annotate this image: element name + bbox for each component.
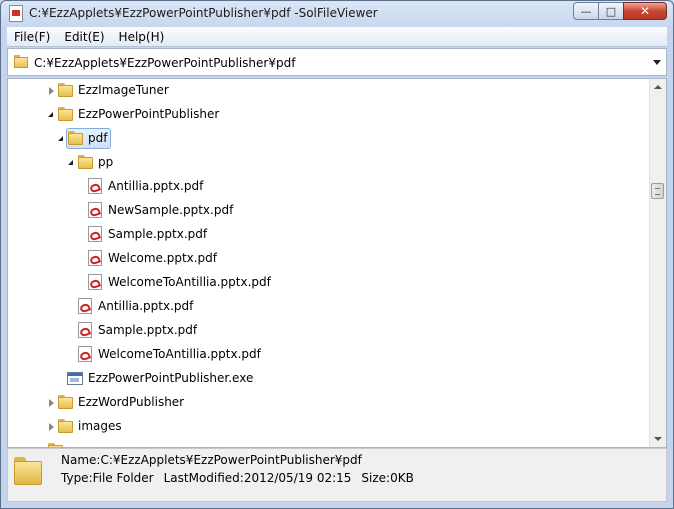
tree-item-file[interactable]: WelcomeToAntillia.pptx.pdf xyxy=(8,271,649,295)
folder-large-icon xyxy=(14,457,42,485)
folder-open-icon xyxy=(58,107,73,121)
pdf-file-icon xyxy=(78,322,92,338)
tree-item-file[interactable]: Sample.pptx.pdf xyxy=(8,319,649,343)
pdf-file-icon xyxy=(88,250,102,266)
app-window: C:¥EzzApplets¥EzzPowerPointPublisher¥pdf… xyxy=(0,0,674,509)
folder-open-icon xyxy=(78,155,93,169)
expand-arrow-icon[interactable] xyxy=(49,423,54,431)
path-value: C:¥EzzApplets¥EzzPowerPointPublisher¥pdf xyxy=(34,56,296,70)
collapse-arrow-icon[interactable] xyxy=(58,136,63,141)
pdf-file-icon xyxy=(88,202,102,218)
pdf-file-icon xyxy=(88,226,102,242)
caption-buttons: — □ ✕ xyxy=(573,2,667,20)
tree-item-label: EzzPowerPointPublisher xyxy=(78,107,220,121)
tree-item-label: Sample.pptx.pdf xyxy=(108,227,208,241)
tree-item-label: images xyxy=(78,419,122,433)
tree-item-pp[interactable]: pp xyxy=(8,151,649,175)
tree-item-file[interactable]: Sample.pptx.pdf xyxy=(8,223,649,247)
status-panel: Name:C:¥EzzApplets¥EzzPowerPointPublishe… xyxy=(7,448,667,502)
expand-arrow-icon[interactable] xyxy=(49,399,54,407)
modified-label: LastModified: xyxy=(163,471,244,485)
window-title: C:¥EzzApplets¥EzzPowerPointPublisher¥pdf… xyxy=(29,6,378,20)
tree-item-file[interactable]: Antillia.pptx.pdf xyxy=(8,175,649,199)
tree-item-images[interactable]: images xyxy=(8,415,649,439)
tree-item-label: pdf xyxy=(88,131,108,145)
path-combobox[interactable]: C:¥EzzApplets¥EzzPowerPointPublisher¥pdf xyxy=(7,48,667,76)
tree-item-label: WelcomeToAntillia.pptx.pdf xyxy=(108,275,271,289)
tree-item-label: Antillia.pptx.pdf xyxy=(98,299,194,313)
folder-icon xyxy=(58,419,73,433)
tree-item-label: NewSample.pptx.pdf xyxy=(108,203,234,217)
tree-item-label: EzzPowerPointPublisher.exe xyxy=(88,371,254,385)
vertical-scrollbar[interactable] xyxy=(649,79,666,447)
status-details-line: Type:File Folder LastModified:2012/05/19 … xyxy=(61,471,414,485)
maximize-button[interactable]: □ xyxy=(598,2,624,20)
name-label: Name: xyxy=(61,453,101,467)
collapse-arrow-icon[interactable] xyxy=(68,160,73,165)
tree-item-ezzwordpublisher[interactable]: EzzWordPublisher xyxy=(8,391,649,415)
status-name-line: Name:C:¥EzzApplets¥EzzPowerPointPublishe… xyxy=(61,453,362,467)
menu-file[interactable]: File(F) xyxy=(7,30,57,44)
folder-icon xyxy=(14,55,28,68)
expand-arrow-icon[interactable] xyxy=(49,87,54,95)
tree-item-label: EzzImageTuner xyxy=(78,83,169,97)
folder-icon xyxy=(58,83,73,97)
pdf-file-icon xyxy=(78,298,92,314)
app-document-icon xyxy=(9,5,23,22)
size-value: 0KB xyxy=(390,471,414,485)
modified-value: 2012/05/19 02:15 xyxy=(243,471,352,485)
pdf-file-icon xyxy=(78,346,92,362)
tree-item-label: Welcome.pptx.pdf xyxy=(108,251,218,265)
name-value: C:¥EzzApplets¥EzzPowerPointPublisher¥pdf xyxy=(100,453,362,467)
tree-item-label: WelcomeToAntillia.pptx.pdf xyxy=(98,347,261,361)
menu-help[interactable]: Help(H) xyxy=(112,30,172,44)
title-bar[interactable]: C:¥EzzApplets¥EzzPowerPointPublisher¥pdf… xyxy=(1,1,673,25)
tree-item-pdf[interactable]: pdf xyxy=(8,127,649,151)
tree-item-label: Sample.pptx.pdf xyxy=(98,323,198,337)
size-label: Size: xyxy=(361,471,391,485)
menu-bar: File(F) Edit(E) Help(H) xyxy=(7,27,667,47)
tree-item-file[interactable]: NewSample.pptx.pdf xyxy=(8,199,649,223)
file-tree[interactable]: EzzImageTuner EzzPowerPointPublisher pdf… xyxy=(7,78,667,448)
folder-open-icon xyxy=(68,131,83,145)
minimize-button[interactable]: — xyxy=(573,2,599,20)
tree-item-ezzpowerpointpublisher[interactable]: EzzPowerPointPublisher xyxy=(8,103,649,127)
application-icon xyxy=(67,372,83,385)
type-value: File Folder xyxy=(92,471,154,485)
tree-item-label: pp xyxy=(98,155,114,169)
tree-item-file[interactable]: WelcomeToAntillia.pptx.pdf xyxy=(8,343,649,367)
tree-item-ezzimagetuner[interactable]: EzzImageTuner xyxy=(8,79,649,103)
chevron-down-icon[interactable] xyxy=(653,60,661,65)
tree-item-label: Antillia.pptx.pdf xyxy=(108,179,204,193)
tree-item-exe[interactable]: EzzPowerPointPublisher.exe xyxy=(8,367,649,391)
pdf-file-icon xyxy=(88,274,102,290)
folder-icon xyxy=(58,395,73,409)
collapse-arrow-icon[interactable] xyxy=(48,112,53,117)
tree-item-label: EzzWordPublisher xyxy=(78,395,185,409)
menu-edit[interactable]: Edit(E) xyxy=(57,30,111,44)
tree-item-file[interactable]: Welcome.pptx.pdf xyxy=(8,247,649,271)
tree-item-file[interactable]: Antillia.pptx.pdf xyxy=(8,295,649,319)
scroll-up-icon[interactable] xyxy=(654,85,662,89)
scroll-thumb[interactable] xyxy=(651,183,664,199)
scroll-down-icon[interactable] xyxy=(654,437,662,441)
pdf-file-icon xyxy=(88,178,102,194)
close-button[interactable]: ✕ xyxy=(623,2,667,20)
type-label: Type: xyxy=(61,471,93,485)
